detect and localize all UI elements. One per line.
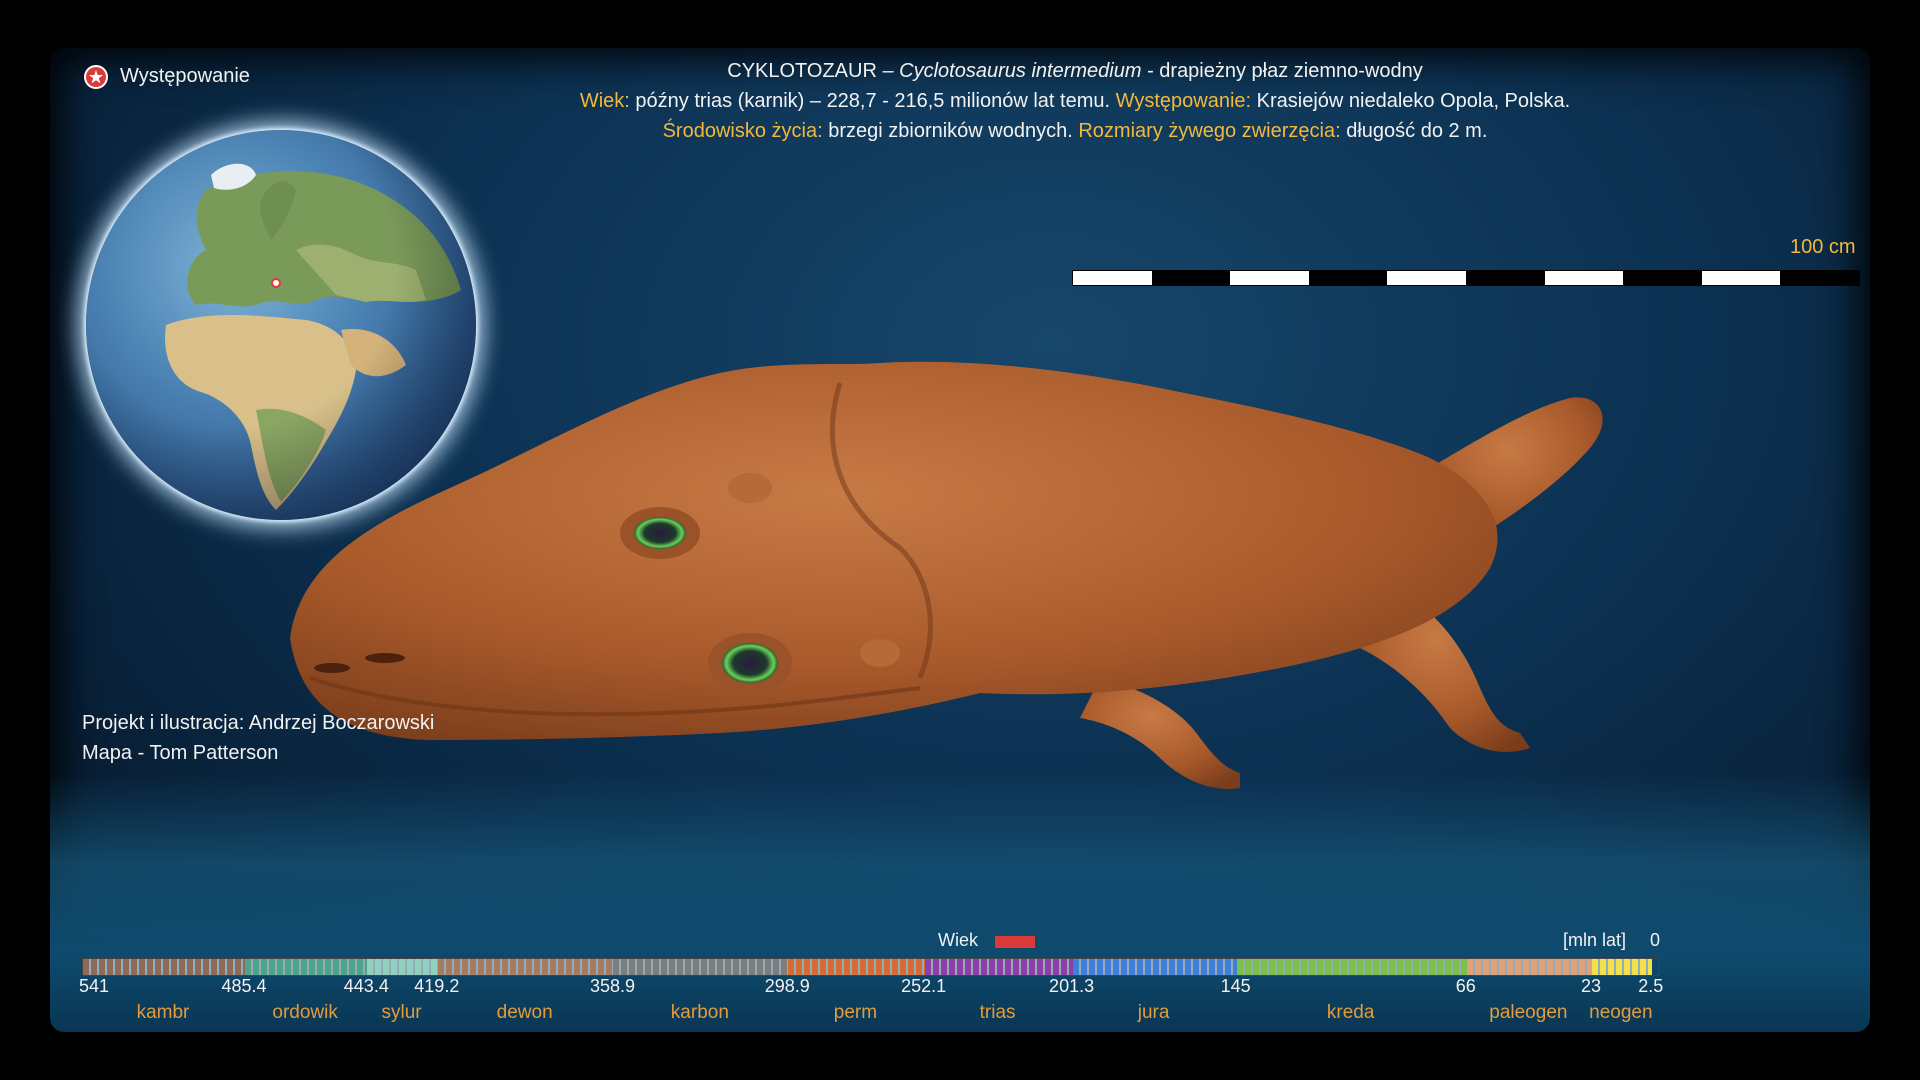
environment-label: Środowisko życia: [662,120,823,142]
timeline-tick-label: 541 [78,976,110,996]
timeline-tick-label: 358.9 [589,976,635,996]
timeline-segment [924,959,1073,975]
size-label: Rozmiary żywego zwierzęcia: [1078,120,1341,142]
credit-map: Mapa - Tom Patterson [82,742,279,764]
timeline-period-label: dewon [496,1002,553,1023]
timeline-segment [1072,959,1237,975]
scale-label: 100 cm [1790,236,1856,258]
timeline-period-label: kreda [1326,1002,1375,1023]
timeline-period-label: ordowik [272,1002,338,1023]
timeline-period-label: trias [979,1002,1016,1023]
timeline-segment [367,959,438,975]
timeline-tick-label: 2.5 [1638,976,1664,996]
header-block: CYKLOTOZAUR – Cyclotosaurus intermedium … [50,56,1870,146]
age-value: późny trias (karnik) – 228,7 - 216,5 mil… [635,90,1111,112]
title-line: CYKLOTOZAUR – Cyclotosaurus intermedium … [50,56,1870,86]
timeline-tick-label: 485.4 [221,976,267,996]
timeline-segment [613,959,789,975]
zero-label: 0 [1650,930,1661,950]
timeline-segment [244,959,368,975]
timeline-tick-label: 23 [1580,976,1601,996]
timeline-tick-label: 145 [1220,976,1251,996]
timeline-tick-label: 443.4 [343,976,389,996]
environment-line: Środowisko życia: brzegi zbiorników wodn… [50,116,1870,146]
environment-value: brzegi zbiorników wodnych. [828,120,1073,142]
timeline-tick-label: 201.3 [1049,976,1095,996]
title-dash: – [882,60,894,82]
timeline-segment [1466,959,1592,975]
geologic-timeline [82,958,1660,976]
timeline-segment [83,959,245,975]
timeline-segment [1236,959,1467,975]
age-label: Wiek: [579,90,630,112]
timeline-period-label: karbon [670,1002,729,1023]
occurrence-value: Krasiejów niedaleko Opola, Polska. [1256,90,1571,112]
common-name: CYKLOTOZAUR [727,60,877,82]
timeline-period-label: jura [1137,1002,1170,1023]
timeline-segment [437,959,614,975]
timeline-tick-label: 66 [1455,976,1476,996]
timeline-period-label: sylur [381,1002,422,1023]
occurrence-label: Występowanie: [1115,90,1252,112]
timeline-tick-label: 252.1 [901,976,947,996]
age-marker-swatch [995,936,1035,948]
timeline-tick-label: 419.2 [414,976,460,996]
scale-bar [1072,270,1860,286]
description: - drapieżny płaz ziemno-wodny [1147,60,1423,82]
timeline-period-label: perm [833,1002,878,1023]
size-value: długość do 2 m. [1346,120,1488,142]
timeline-period-label: paleogen [1489,1002,1568,1023]
timeline-period-label: kambr [136,1002,190,1023]
unit-label: [mln lat] [1563,930,1627,950]
credit-illustration: Projekt i ilustracja: Andrzej Boczarowsk… [82,712,435,734]
cyclotosaurus-illustration [290,361,1603,789]
latin-name: Cyclotosaurus intermedium [899,60,1142,82]
poster-panel: Występowanie CYKLOTOZAUR – Cyclotosaurus… [50,48,1870,1032]
timeline-tick-label: 298.9 [764,976,810,996]
timeline-segment [1591,959,1652,975]
timeline-segment [788,959,925,975]
timeline-period-label: neogen [1589,1002,1653,1023]
age-legend-label: Wiek [938,930,978,950]
age-line: Wiek: późny trias (karnik) – 228,7 - 216… [50,86,1870,116]
